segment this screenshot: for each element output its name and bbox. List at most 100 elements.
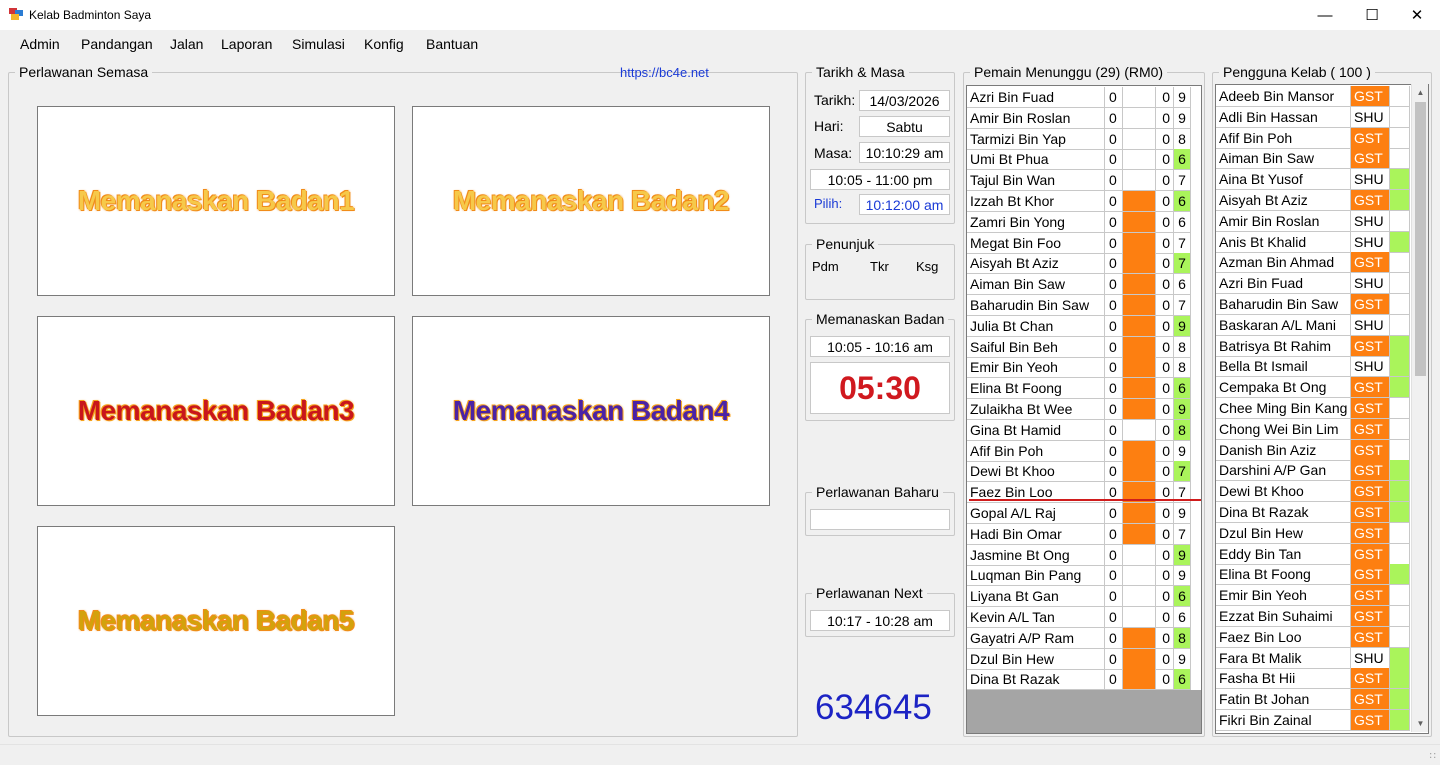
member-row[interactable]: Dina Bt Razak GST xyxy=(1216,502,1410,523)
waiting-count-a: 0 xyxy=(1105,419,1123,441)
member-row[interactable]: Aina Bt Yusof SHU xyxy=(1216,169,1410,191)
member-row[interactable]: Chong Wei Bin Lim GST xyxy=(1216,418,1410,440)
members-table[interactable]: Adeeb Bin Mansor GST Adli Bin Hassan SHU Afi… xyxy=(1215,84,1429,734)
new-match-field[interactable] xyxy=(810,509,950,530)
minimize-button[interactable]: — xyxy=(1302,0,1348,30)
menu-admin[interactable]: Admin xyxy=(20,36,60,52)
waiting-count-b: 0 xyxy=(1156,648,1174,670)
waiting-status-cell xyxy=(1123,419,1156,441)
waiting-row[interactable]: Izzah Bt Khor 0 0 6 xyxy=(967,191,1191,212)
court-2[interactable]: Memanaskan Badan2 xyxy=(412,106,770,296)
member-type: GST xyxy=(1351,127,1390,149)
member-name: Ezzat Bin Suhaimi xyxy=(1216,606,1351,627)
waiting-row[interactable]: Azri Bin Fuad 0 0 9 xyxy=(967,87,1191,108)
waiting-row[interactable]: Emir Bin Yeoh 0 0 8 xyxy=(967,357,1191,379)
court-5[interactable]: Memanaskan Badan5 xyxy=(37,526,395,716)
waiting-row[interactable]: Julia Bt Chan 0 0 9 xyxy=(967,315,1191,337)
menu-laporan[interactable]: Laporan xyxy=(221,36,272,52)
member-row[interactable]: Dzul Bin Hew GST xyxy=(1216,522,1410,544)
waiting-games: 6 xyxy=(1174,378,1191,400)
member-row[interactable]: Elina Bt Foong GST xyxy=(1216,564,1410,586)
member-row[interactable]: Fikri Bin Zainal GST xyxy=(1216,710,1410,731)
waiting-row[interactable]: Aiman Bin Saw 0 0 6 xyxy=(967,274,1191,296)
waiting-row[interactable]: Jasmine Bt Ong 0 0 9 xyxy=(967,544,1191,566)
member-row[interactable]: Anis Bt Khalid SHU xyxy=(1216,231,1410,253)
waiting-row[interactable]: Luqman Bin Pang 0 0 9 xyxy=(967,565,1191,587)
member-row[interactable]: Aiman Bin Saw GST xyxy=(1216,148,1410,170)
waiting-count-b: 0 xyxy=(1156,315,1174,337)
menu-pandangan[interactable]: Pandangan xyxy=(81,36,153,52)
member-row[interactable]: Aisyah Bt Aziz GST xyxy=(1216,190,1410,211)
member-row[interactable]: Dewi Bt Khoo GST xyxy=(1216,481,1410,503)
waiting-row[interactable]: Liyana Bt Gan 0 0 6 xyxy=(967,586,1191,608)
waiting-row[interactable]: Umi Bt Phua 0 0 6 xyxy=(967,149,1191,171)
waiting-row[interactable]: Baharudin Bin Saw 0 0 7 xyxy=(967,295,1191,316)
member-row[interactable]: Danish Bin Aziz GST xyxy=(1216,439,1410,461)
waiting-count-b: 0 xyxy=(1156,503,1174,524)
pick-time-field[interactable]: 10:12:00 am xyxy=(859,194,950,215)
court-1[interactable]: Memanaskan Badan1 xyxy=(37,106,395,296)
close-button[interactable]: ✕ xyxy=(1394,0,1440,30)
waiting-row[interactable]: Gina Bt Hamid 0 0 8 xyxy=(967,419,1191,441)
waiting-status-cell xyxy=(1123,586,1156,608)
court-3[interactable]: Memanaskan Badan3 xyxy=(37,316,395,506)
member-row[interactable]: Baharudin Bin Saw GST xyxy=(1216,294,1410,315)
member-row[interactable]: Batrisya Bt Rahim GST xyxy=(1216,335,1410,357)
waiting-row[interactable]: Tarmizi Bin Yap 0 0 8 xyxy=(967,128,1191,150)
waiting-row[interactable]: Dewi Bt Khoo 0 0 7 xyxy=(967,461,1191,483)
court-4[interactable]: Memanaskan Badan4 xyxy=(412,316,770,506)
menu-bar: Admin Pandangan Jalan Laporan Simulasi K… xyxy=(0,30,1440,58)
waiting-row[interactable]: Dina Bt Razak 0 0 6 xyxy=(967,669,1191,691)
waiting-name: Saiful Bin Beh xyxy=(967,336,1105,358)
member-row[interactable]: Fasha Bt Hii GST xyxy=(1216,668,1410,690)
waiting-row[interactable]: Afif Bin Poh 0 0 9 xyxy=(967,440,1191,462)
waiting-row[interactable]: Zulaikha Bt Wee 0 0 9 xyxy=(967,399,1191,420)
menu-jalan[interactable]: Jalan xyxy=(170,36,203,52)
member-type: GST xyxy=(1351,148,1390,170)
maximize-button[interactable]: ☐ xyxy=(1349,0,1395,30)
waiting-row[interactable]: Dzul Bin Hew 0 0 9 xyxy=(967,648,1191,670)
scroll-up-icon[interactable]: ▲ xyxy=(1412,84,1429,101)
member-row[interactable]: Emir Bin Yeoh GST xyxy=(1216,585,1410,607)
menu-simulasi[interactable]: Simulasi xyxy=(292,36,345,52)
waiting-row[interactable]: Elina Bt Foong 0 0 6 xyxy=(967,378,1191,400)
members-scrollbar[interactable]: ▲ ▼ xyxy=(1411,84,1428,732)
waiting-row[interactable]: Gayatri A/P Ram 0 0 8 xyxy=(967,627,1191,649)
member-row[interactable]: Adli Bin Hassan SHU xyxy=(1216,106,1410,128)
menu-bantuan[interactable]: Bantuan xyxy=(426,36,478,52)
member-row[interactable]: Afif Bin Poh GST xyxy=(1216,127,1410,149)
waiting-games: 6 xyxy=(1174,586,1191,608)
waiting-row[interactable]: Amir Bin Roslan 0 0 9 xyxy=(967,107,1191,129)
waiting-row[interactable]: Aisyah Bt Aziz 0 0 7 xyxy=(967,253,1191,275)
member-row[interactable]: Fara Bt Malik SHU xyxy=(1216,647,1410,669)
member-name: Aiman Bin Saw xyxy=(1216,148,1351,170)
waiting-row[interactable]: Zamri Bin Yong 0 0 6 xyxy=(967,211,1191,233)
waiting-table[interactable]: Azri Bin Fuad 0 0 9 Amir Bin Roslan 0 0 9 Tarmiz… xyxy=(966,85,1202,734)
resize-grip-icon[interactable]: ∷ xyxy=(1430,751,1436,762)
member-row[interactable]: Darshini A/P Gan GST xyxy=(1216,460,1410,482)
member-row[interactable]: Amir Bin Roslan SHU xyxy=(1216,210,1410,232)
scroll-thumb[interactable] xyxy=(1415,102,1426,376)
waiting-row[interactable]: Tajul Bin Wan 0 0 7 xyxy=(967,170,1191,192)
member-row[interactable]: Eddy Bin Tan GST xyxy=(1216,543,1410,565)
member-row[interactable]: Cempaka Bt Ong GST xyxy=(1216,377,1410,399)
member-row[interactable]: Azman Bin Ahmad GST xyxy=(1216,252,1410,274)
waiting-row[interactable]: Saiful Bin Beh 0 0 8 xyxy=(967,336,1191,358)
scroll-down-icon[interactable]: ▼ xyxy=(1412,715,1429,732)
member-row[interactable]: Bella Bt Ismail SHU xyxy=(1216,356,1410,378)
menu-konfig[interactable]: Konfig xyxy=(364,36,404,52)
website-link[interactable]: https://bc4e.net xyxy=(620,65,709,80)
waiting-row[interactable]: Hadi Bin Omar 0 0 7 xyxy=(967,523,1191,545)
member-row[interactable]: Faez Bin Loo GST xyxy=(1216,626,1410,648)
member-row[interactable]: Ezzat Bin Suhaimi GST xyxy=(1216,606,1410,627)
waiting-status-cell xyxy=(1123,357,1156,379)
waiting-row[interactable]: Megat Bin Foo 0 0 7 xyxy=(967,232,1191,254)
member-row[interactable]: Chee Ming Bin Kang GST xyxy=(1216,398,1410,419)
member-row[interactable]: Azri Bin Fuad SHU xyxy=(1216,273,1410,295)
member-row[interactable]: Fatin Bt Johan GST xyxy=(1216,689,1410,711)
waiting-row[interactable]: Gopal A/L Raj 0 0 9 xyxy=(967,503,1191,524)
waiting-title: Pemain Menunggu (29) (RM0) xyxy=(970,64,1168,80)
waiting-row[interactable]: Kevin A/L Tan 0 0 6 xyxy=(967,607,1191,628)
member-row[interactable]: Adeeb Bin Mansor GST xyxy=(1216,86,1410,107)
member-row[interactable]: Baskaran A/L Mani SHU xyxy=(1216,314,1410,336)
